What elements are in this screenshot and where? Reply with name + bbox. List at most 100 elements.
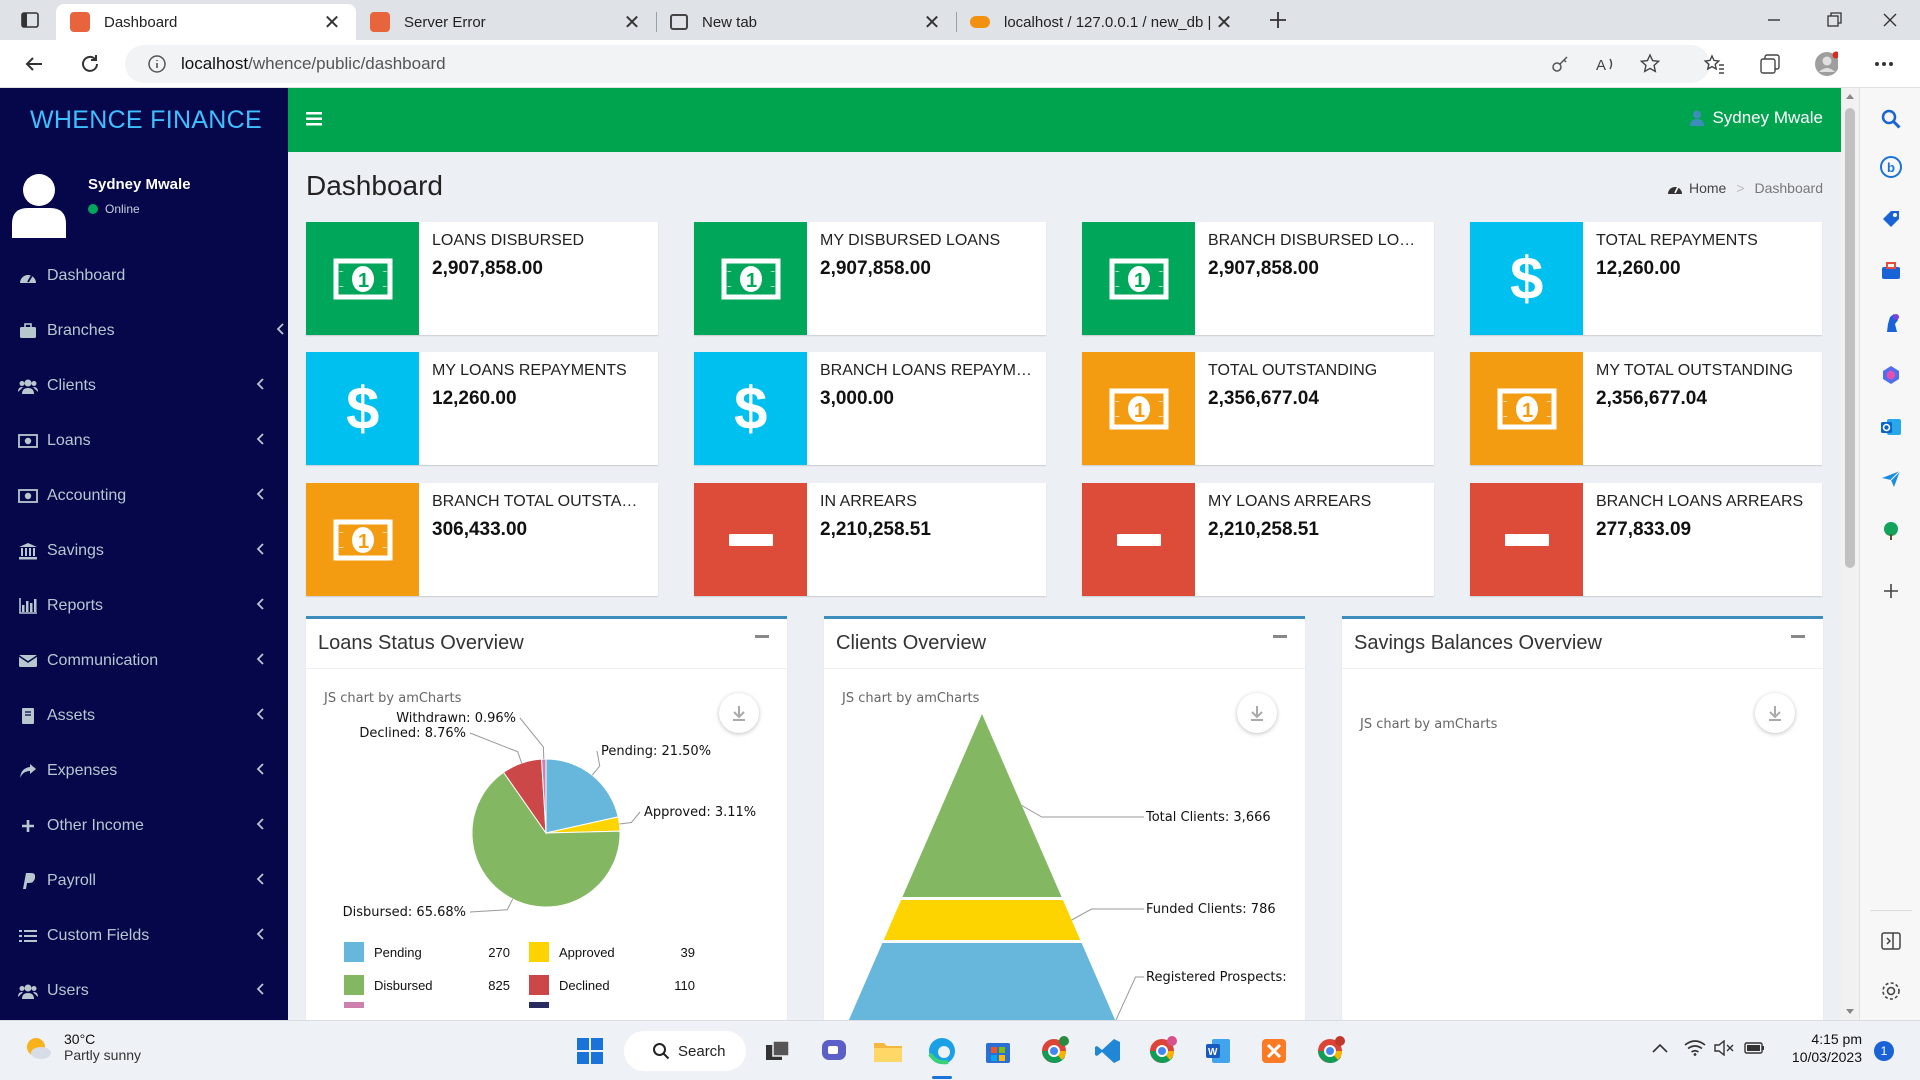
battery-icon[interactable]: [1744, 1040, 1766, 1056]
task-view-icon[interactable]: [758, 1031, 798, 1071]
tab-actions-icon[interactable]: [20, 10, 40, 30]
new-tab-plus-icon[interactable]: [1266, 8, 1290, 32]
page-scrollbar[interactable]: [1841, 88, 1859, 1020]
sidebar-item-other-income[interactable]: Other Income: [0, 798, 288, 853]
info-icon[interactable]: [147, 54, 167, 74]
legend-item-approved[interactable]: Approved 39: [529, 942, 695, 962]
collapse-icon[interactable]: [1791, 635, 1805, 638]
funnel-stage-total-clients[interactable]: [902, 714, 1062, 897]
volume-muted-icon[interactable]: [1714, 1040, 1734, 1056]
info-box-value: 277,833.09: [1596, 519, 1692, 540]
chrome-profile-h-icon[interactable]: [1034, 1031, 1074, 1071]
funnel-stage-funded-clients[interactable]: [883, 900, 1081, 940]
taskbar-search[interactable]: Search: [624, 1031, 746, 1071]
sidebar-item-accounting[interactable]: Accounting: [0, 468, 288, 523]
sidebar-item-clients[interactable]: Clients: [0, 358, 288, 413]
microsoft-365-icon[interactable]: [1878, 362, 1904, 388]
sidebar-item-users[interactable]: Users: [0, 963, 288, 1018]
chrome-profile-w-icon[interactable]: [1142, 1031, 1182, 1071]
edge-browser-icon[interactable]: [922, 1031, 962, 1071]
clock[interactable]: 4:15 pm 10/03/2023: [1784, 1031, 1862, 1065]
games-icon[interactable]: [1878, 310, 1904, 336]
sidebar-item-communication[interactable]: Communication: [0, 633, 288, 688]
page-title: Dashboard: [306, 170, 443, 201]
bing-chat-icon[interactable]: b: [1878, 154, 1904, 180]
info-box-total-repayments: $ TOTAL REPAYMENTS 12,260.00: [1470, 222, 1822, 335]
export-download-icon[interactable]: [1755, 693, 1795, 733]
chevron-up-icon[interactable]: [1652, 1043, 1668, 1053]
plus-icon: [18, 819, 38, 833]
tab-new-tab[interactable]: New tab ✕: [656, 4, 956, 40]
sidebar-item-label: Clients: [47, 376, 96, 394]
minimize-icon[interactable]: [1764, 10, 1784, 30]
close-icon[interactable]: ✕: [922, 10, 942, 35]
legend-item-disbursed[interactable]: Disbursed 825: [344, 975, 510, 995]
favorite-add-icon[interactable]: [1638, 52, 1662, 76]
info-box-value: 3,000.00: [820, 388, 894, 409]
shopping-tag-icon[interactable]: [1878, 206, 1904, 232]
scrollbar-thumb[interactable]: [1845, 108, 1855, 568]
file-explorer-icon[interactable]: [868, 1031, 908, 1071]
tab-dashboard[interactable]: Dashboard ✕: [56, 4, 356, 40]
close-icon[interactable]: ✕: [622, 10, 642, 35]
key-icon[interactable]: [1548, 52, 1572, 76]
sidebar-item-label: Custom Fields: [47, 926, 150, 944]
info-box-label: BRANCH DISBURSED LOANS: [1208, 232, 1422, 249]
sidebar-item-savings[interactable]: Savings: [0, 523, 288, 578]
word-icon[interactable]: W: [1198, 1031, 1238, 1071]
legend-item-declined[interactable]: Declined 110: [529, 975, 695, 995]
sidebar-item-expenses[interactable]: Expenses: [0, 743, 288, 798]
collapse-icon[interactable]: [755, 635, 769, 638]
close-icon[interactable]: ✕: [1214, 10, 1234, 35]
user-menu[interactable]: Sydney Mwale: [1690, 108, 1823, 128]
tab-phpmyadmin[interactable]: localhost / 127.0.0.1 / new_db | p ✕: [956, 4, 1248, 40]
sidebar-item-custom-fields[interactable]: Custom Fields: [0, 908, 288, 963]
ms-store-icon[interactable]: [978, 1031, 1018, 1071]
notification-badge[interactable]: 1: [1874, 1041, 1894, 1061]
info-box-label: BRANCH LOANS ARREARS: [1596, 493, 1804, 510]
add-icon[interactable]: [1878, 578, 1904, 604]
sidebar-item-branches[interactable]: Branches: [0, 303, 288, 358]
sidebar-item-reports[interactable]: Reports: [0, 578, 288, 633]
chrome-profile-a-icon[interactable]: [1310, 1031, 1350, 1071]
teams-chat-icon[interactable]: [814, 1031, 854, 1071]
sidebar-dock-icon[interactable]: [1878, 928, 1904, 954]
svg-text:1: 1: [1522, 400, 1533, 422]
legend-item-pending[interactable]: Pending 270: [344, 942, 510, 962]
amcharts-credit[interactable]: JS chart by amCharts: [1360, 717, 1497, 732]
info-box-label: IN ARREARS: [820, 493, 917, 510]
tree-icon[interactable]: [1878, 518, 1904, 544]
restore-icon[interactable]: [1824, 10, 1844, 30]
info-box-label: TOTAL OUTSTANDING: [1208, 362, 1378, 379]
brand-logo[interactable]: WHENCE FINANCE: [0, 88, 288, 152]
windows-start-icon[interactable]: [570, 1031, 610, 1071]
sidebar-item-loans[interactable]: Loans: [0, 413, 288, 468]
send-icon[interactable]: [1878, 466, 1904, 492]
collapse-icon[interactable]: [1273, 635, 1287, 638]
sidebar-item-payroll[interactable]: Payroll: [0, 853, 288, 908]
refresh-icon[interactable]: [76, 50, 104, 78]
collections-icon[interactable]: [1758, 52, 1782, 76]
outlook-icon[interactable]: [1878, 414, 1904, 440]
weather-widget[interactable]: 30°C Partly sunny: [24, 1031, 141, 1063]
more-menu-icon[interactable]: [1872, 52, 1896, 76]
settings-gear-icon[interactable]: [1878, 978, 1904, 1004]
vscode-icon[interactable]: [1088, 1031, 1128, 1071]
tools-icon[interactable]: [1878, 258, 1904, 284]
sidebar-item-assets[interactable]: Assets: [0, 688, 288, 743]
back-arrow-icon[interactable]: [20, 50, 48, 78]
url-bar[interactable]: localhost/whence/public/dashboard: [125, 45, 1710, 83]
window-close-icon[interactable]: [1880, 10, 1900, 30]
profile-avatar-icon[interactable]: [1814, 51, 1838, 76]
xampp-icon[interactable]: [1254, 1031, 1294, 1071]
sidebar-toggle-icon[interactable]: [306, 112, 322, 129]
close-icon[interactable]: ✕: [322, 10, 342, 35]
breadcrumb-home-link[interactable]: Home: [1689, 180, 1726, 196]
favorites-icon[interactable]: [1702, 52, 1726, 76]
sidebar-item-dashboard[interactable]: Dashboard: [0, 248, 288, 303]
tab-server-error[interactable]: Server Error ✕: [356, 4, 656, 40]
read-aloud-icon[interactable]: A: [1594, 52, 1618, 76]
funnel-stage-registered-prospects[interactable]: [824, 943, 1149, 1020]
search-icon[interactable]: [1878, 106, 1904, 132]
wifi-icon[interactable]: [1684, 1040, 1706, 1056]
